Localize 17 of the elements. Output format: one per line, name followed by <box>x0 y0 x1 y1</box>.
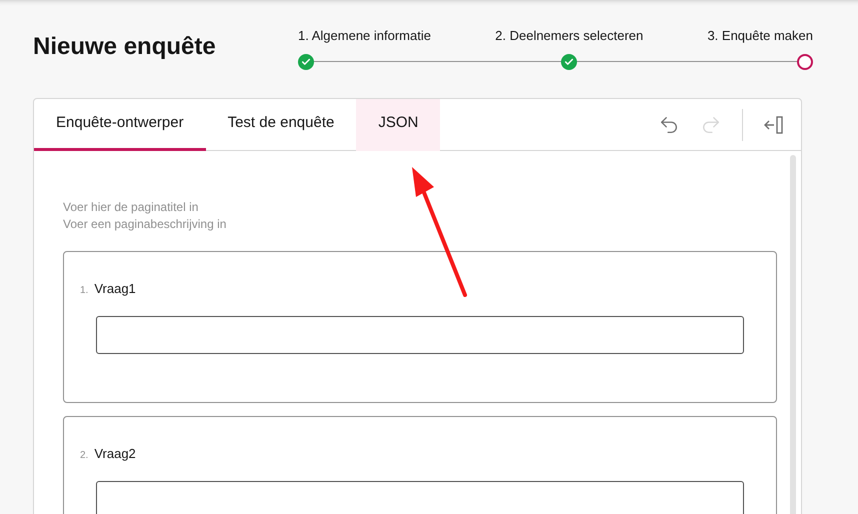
tab[interactable]: JSON <box>356 99 440 151</box>
collapse-panel-button[interactable] <box>763 114 785 134</box>
scrollbar[interactable] <box>790 155 796 514</box>
question-title: Vraag1 <box>94 280 136 298</box>
answer-field[interactable] <box>96 316 744 354</box>
step-label: 3. Enquête maken <box>707 27 813 45</box>
tab[interactable]: Enquête-ontwerper <box>34 99 206 151</box>
answer-field[interactable] <box>96 480 744 514</box>
question-title: Vraag2 <box>94 445 136 463</box>
step-label: 2. Deelnemers selecteren <box>495 27 644 45</box>
page-title: Nieuwe enquête <box>33 32 217 62</box>
check-icon <box>564 56 574 66</box>
check-icon <box>301 56 311 66</box>
question-number: 1. <box>80 284 88 298</box>
question-number: 2. <box>80 449 88 463</box>
tab[interactable]: Test de enquête <box>206 99 356 151</box>
step-label: 1. Algemene informatie <box>298 27 431 45</box>
